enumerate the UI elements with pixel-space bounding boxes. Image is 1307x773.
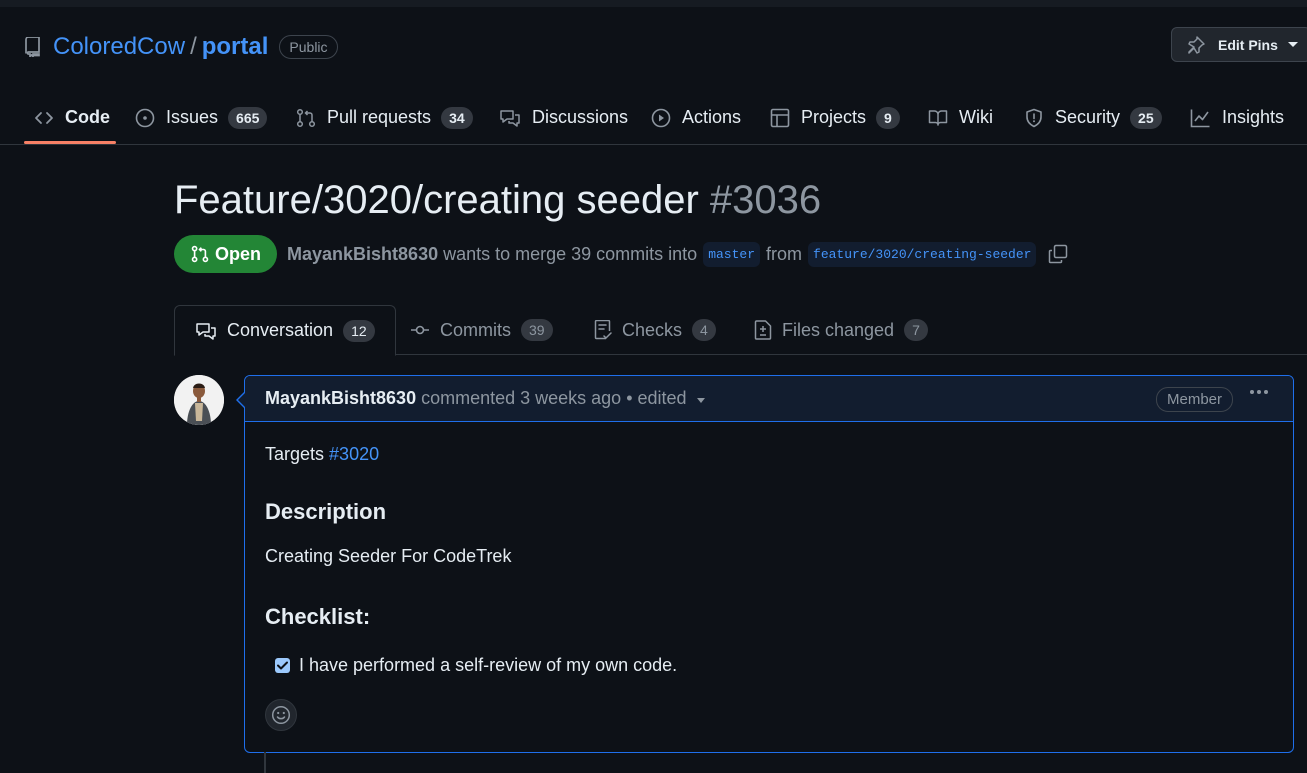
tab-insights-label: Insights (1222, 107, 1285, 127)
timeline-line (264, 752, 266, 773)
repo-separator: / (190, 33, 197, 60)
tab-actions[interactable]: Actions (651, 90, 741, 145)
pull-request-icon (191, 245, 209, 263)
pr-meta: Open MayankBisht8630 wants to merge 39 c… (174, 235, 1068, 273)
pr-merge-text: wants to merge 39 commits into (443, 243, 698, 264)
edited-dropdown-icon[interactable] (696, 398, 705, 403)
edit-pins-label: Edit Pins (1218, 36, 1278, 53)
member-badge: Member (1155, 387, 1233, 412)
chevron-down-icon (1287, 42, 1298, 47)
add-reaction-button[interactable] (265, 699, 297, 731)
tab-checks-label: Checks (622, 319, 683, 340)
pull-request-icon (296, 108, 316, 127)
tab-conversation-label: Conversation (227, 320, 334, 340)
tab-checks[interactable]: Checks 4 (594, 305, 716, 355)
comment-pointer-fill (238, 393, 245, 407)
checklist-item-label: I have performed a self-review of my own… (299, 655, 678, 675)
tab-pull-requests[interactable]: Pull requests 34 (296, 90, 473, 145)
pr-from-text: from (766, 243, 803, 264)
tab-discussions-label: Discussions (532, 107, 629, 127)
tab-conversation[interactable]: Conversation 12 (174, 305, 396, 356)
tab-commits-label: Commits (440, 319, 511, 340)
code-icon (35, 111, 53, 124)
pr-state-label: Open (215, 243, 262, 264)
copy-icon[interactable] (1048, 244, 1068, 264)
tab-wiki[interactable]: Wiki (928, 90, 993, 145)
comment-meta[interactable]: commented 3 weeks ago • edited (421, 388, 686, 409)
comment-body: Targets #3020 Description Creating Seede… (245, 422, 1293, 676)
repo-icon (24, 37, 42, 57)
tab-wiki-label: Wiki (959, 107, 993, 127)
pr-title-text: Feature/3020/creating seeder (174, 178, 699, 222)
avatar[interactable] (174, 375, 224, 425)
checks-count: 4 (692, 319, 716, 341)
tab-actions-label: Actions (682, 107, 742, 127)
conversation-icon (196, 322, 216, 340)
active-tab-underline (24, 141, 116, 144)
comment-card: MayankBisht8630 commented 3 weeks ago • … (244, 375, 1294, 753)
table-icon (770, 108, 790, 127)
targets-line: Targets #3020 (265, 444, 1273, 465)
description-text: Creating Seeder For CodeTrek (265, 546, 512, 566)
discussions-icon (500, 109, 520, 127)
pin-icon (1186, 35, 1206, 55)
pr-author-link[interactable]: MayankBisht8630 (287, 244, 438, 265)
commits-count: 39 (521, 319, 553, 341)
pr-tabs: Conversation 12 Commits 39 Checks 4 File… (174, 305, 1307, 356)
projects-count: 9 (876, 106, 900, 129)
tab-insights[interactable]: Insights (1190, 90, 1284, 145)
smiley-icon (271, 705, 291, 725)
tab-commits[interactable]: Commits 39 (410, 305, 553, 355)
head-branch[interactable]: feature/3020/creating-seeder (808, 241, 1037, 267)
visibility-badge: Public (279, 35, 338, 59)
tab-files-changed[interactable]: Files changed 7 (754, 305, 928, 355)
security-count: 25 (1130, 106, 1162, 129)
play-icon (651, 108, 671, 127)
checklist-heading: Checklist: (265, 604, 371, 629)
pr-state-badge: Open (174, 235, 278, 273)
targets-issue-link[interactable]: #3020 (329, 444, 379, 464)
tab-issues[interactable]: Issues 665 (135, 90, 268, 145)
tab-code-label: Code (65, 107, 110, 127)
checklist-item: I have performed a self-review of my own… (265, 655, 1273, 676)
file-diff-icon (754, 320, 772, 340)
description-heading: Description (265, 499, 387, 524)
tab-projects[interactable]: Projects 9 (770, 90, 900, 145)
book-icon (928, 109, 948, 126)
tab-pull-requests-label: Pull requests (327, 107, 432, 127)
comment-header: MayankBisht8630 commented 3 weeks ago • … (245, 376, 1293, 422)
commit-icon (411, 325, 429, 335)
comment-author-link[interactable]: MayankBisht8630 (265, 388, 416, 409)
shield-icon (1026, 108, 1042, 127)
kebab-horizontal-icon[interactable] (1249, 389, 1269, 395)
tab-projects-label: Projects (801, 107, 867, 127)
tab-files-changed-label: Files changed (782, 319, 895, 340)
issues-count: 665 (228, 106, 268, 129)
pr-number: #3036 (709, 178, 822, 222)
top-strip (0, 0, 1307, 7)
issue-icon (135, 108, 155, 127)
repo-owner-link[interactable]: ColoredCow (53, 33, 185, 61)
edit-pins-button[interactable]: Edit Pins (1171, 27, 1307, 62)
graph-icon (1190, 109, 1210, 127)
tab-code[interactable]: Code (34, 90, 110, 145)
conversation-count: 12 (343, 319, 375, 342)
repo-header: ColoredCow / portal Public (24, 30, 338, 64)
targets-prefix: Targets (265, 444, 325, 464)
repo-nav: Code Issues 665 Pull requests 34 Discuss… (0, 90, 1307, 145)
tab-security-label: Security (1055, 107, 1121, 127)
pull-requests-count: 34 (441, 106, 473, 129)
files-changed-count: 7 (904, 319, 928, 341)
checklist-checkbox[interactable] (275, 658, 290, 673)
tab-security[interactable]: Security 25 (1024, 90, 1162, 145)
pr-title: Feature/3020/creating seeder #3036 (174, 178, 821, 223)
tab-discussions[interactable]: Discussions (499, 90, 628, 145)
repo-name-link[interactable]: portal (202, 33, 269, 61)
tab-issues-label: Issues (166, 107, 219, 127)
checklist-icon (594, 320, 612, 340)
base-branch[interactable]: master (703, 241, 761, 267)
